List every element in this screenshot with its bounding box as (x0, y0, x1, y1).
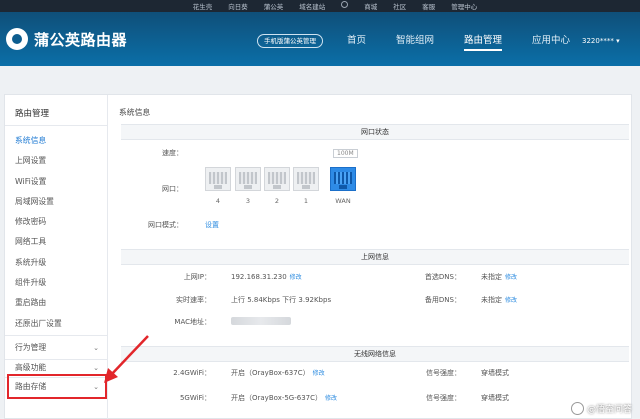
sidebar-item-system-upgrade[interactable]: 系统升级 (15, 253, 62, 273)
wan-ip-edit-link[interactable]: 修改 (290, 274, 302, 281)
wan-ip-label: 上网IP： (183, 273, 211, 281)
secondary-dns-edit-link[interactable]: 修改 (505, 297, 517, 304)
sidebar-item-reboot[interactable]: 重启路由 (15, 293, 62, 313)
wifi5-edit-link[interactable]: 修改 (325, 395, 337, 402)
sidebar-title: 路由管理 (15, 109, 50, 119)
primary-dns-label: 首选DNS： (424, 273, 461, 281)
nav-router-admin[interactable]: 路由管理 (464, 31, 503, 51)
primary-dns-value: 未指定 (481, 273, 502, 281)
top-links-bar: 花生壳 向日葵 蒲公英 域名建站 商城 社区 客服 管理中心 (0, 0, 640, 12)
mobile-admin-button[interactable]: 手机版蒲公英管理 (257, 34, 323, 48)
logo-text: 蒲公英路由器 (34, 30, 128, 49)
nav-home[interactable]: 首页 (347, 31, 366, 51)
wifi24-edit-link[interactable]: 修改 (313, 370, 325, 377)
user-id: 3220**** (582, 37, 614, 45)
chevron-down-icon: ⌄ (93, 344, 99, 352)
sidebar-group-label: 高级功能 (15, 363, 47, 372)
port-number: 3 (245, 197, 251, 205)
section-header-port-status: 网口状态 (121, 124, 629, 140)
wifi24-signal-label: 信号强度： (426, 369, 461, 377)
wifi5-signal-value: 穿墙模式 (481, 394, 509, 402)
secondary-dns-value: 未指定 (481, 296, 502, 304)
divider (5, 335, 108, 336)
highlight-box (7, 374, 107, 399)
wifi5-signal-label: 信号强度： (426, 394, 461, 402)
sidebar-item-system-info[interactable]: 系统信息 (15, 131, 62, 151)
circle-icon (341, 1, 349, 8)
logo-icon (6, 28, 28, 50)
chevron-down-icon: ▾ (616, 37, 620, 45)
wifi24-row: 开启（OrayBox-637C） 修改 (231, 368, 325, 378)
top-link-admin[interactable]: 管理中心 (451, 1, 477, 11)
realtime-rate-value: 上行 5.84Kbps 下行 3.92Kbps (231, 296, 332, 304)
top-link-xiangrikui[interactable]: 向日葵 (228, 1, 248, 11)
mac-address-redacted (231, 317, 291, 325)
realtime-rate-label: 实时速率： (176, 296, 211, 304)
primary-dns-row: 未指定 修改 (481, 272, 517, 282)
wifi5-label: 5GWiFi： (179, 394, 211, 402)
wan-ip-row: 192.168.31.230 修改 (231, 272, 302, 281)
wifi5-value: 开启（OrayBox-5G-637C） (231, 394, 323, 402)
mac-address-label: MAC地址： (174, 318, 211, 326)
wan-port (330, 167, 356, 191)
port-number: 2 (274, 197, 280, 205)
port-label: 网口： (162, 185, 183, 193)
divider (5, 125, 108, 126)
top-link-huashengke[interactable]: 花生壳 (193, 1, 213, 11)
primary-dns-edit-link[interactable]: 修改 (505, 274, 517, 281)
content-area: 系统信息 网口状态 速度： 100M 网口： 4 3 2 1 WAN 网口模式：… (109, 95, 631, 419)
lan-port-1 (293, 167, 319, 191)
logo[interactable]: 蒲公英路由器 (6, 28, 127, 50)
section-header-wireless: 无线网络信息 (121, 346, 629, 362)
sidebar-item-lan-settings[interactable]: 局域网设置 (15, 192, 62, 212)
sidebar-group-behavior[interactable]: 行为管理 ⌄ (15, 339, 101, 357)
sidebar-item-change-password[interactable]: 修改密码 (15, 212, 62, 232)
watermark-icon (570, 402, 584, 415)
watermark: @悟空问答 (570, 402, 632, 415)
main-nav: 首页 智能组网 路由管理 应用中心 (347, 31, 570, 51)
nav-networking[interactable]: 智能组网 (396, 31, 434, 51)
page-title: 系统信息 (119, 108, 151, 117)
port-number: WAN (335, 197, 351, 205)
sidebar-item-network-tools[interactable]: 网络工具 (15, 232, 62, 252)
top-link-pugongying[interactable]: 蒲公英 (264, 1, 284, 11)
port-number: 1 (303, 197, 309, 205)
secondary-dns-row: 未指定 修改 (481, 295, 517, 305)
section-header-internet: 上网信息 (121, 249, 629, 265)
top-link-domain[interactable]: 域名建站 (299, 1, 325, 11)
sidebar-item-factory-reset[interactable]: 还原出厂设置 (15, 314, 62, 334)
lan-port-4 (205, 167, 231, 191)
nav-app-center[interactable]: 应用中心 (532, 31, 570, 51)
sidebar-item-wifi-settings[interactable]: WiFi设置 (15, 172, 62, 192)
main-panel: 路由管理 系统信息 上网设置 WiFi设置 局域网设置 修改密码 网络工具 系统… (4, 94, 632, 419)
user-account[interactable]: 3220**** ▾ (582, 37, 620, 45)
wifi24-signal-value: 穿墙模式 (481, 369, 509, 377)
wifi5-row: 开启（OrayBox-5G-637C） 修改 (231, 393, 337, 403)
port-mode-label: 网口模式： (148, 221, 183, 229)
main-header: 蒲公英路由器 手机版蒲公英管理 首页 智能组网 路由管理 应用中心 3220**… (0, 12, 640, 66)
sidebar: 路由管理 系统信息 上网设置 WiFi设置 局域网设置 修改密码 网络工具 系统… (5, 95, 108, 419)
lan-port-3 (235, 167, 261, 191)
port-mode-settings-link[interactable]: 设置 (205, 220, 219, 230)
watermark-text: @悟空问答 (586, 405, 632, 415)
speed-tag: 100M (333, 149, 358, 158)
secondary-dns-label: 备用DNS： (424, 296, 461, 304)
sidebar-item-internet-settings[interactable]: 上网设置 (15, 151, 62, 171)
wifi24-value: 开启（OrayBox-637C） (231, 369, 310, 377)
wifi24-label: 2.4GWiFi： (173, 369, 211, 377)
wan-ip-value: 192.168.31.230 (231, 273, 287, 281)
sidebar-list: 系统信息 上网设置 WiFi设置 局域网设置 修改密码 网络工具 系统升级 组件… (15, 131, 62, 334)
speed-label: 速度： (162, 149, 183, 157)
top-link-store[interactable]: 商城 (364, 1, 377, 11)
top-link-service[interactable]: 客服 (422, 1, 435, 11)
sidebar-item-component-upgrade[interactable]: 组件升级 (15, 273, 62, 293)
sidebar-group-label: 行为管理 (15, 343, 47, 352)
lan-port-2 (264, 167, 290, 191)
port-number: 4 (215, 197, 221, 205)
top-link-community[interactable]: 社区 (393, 1, 406, 11)
